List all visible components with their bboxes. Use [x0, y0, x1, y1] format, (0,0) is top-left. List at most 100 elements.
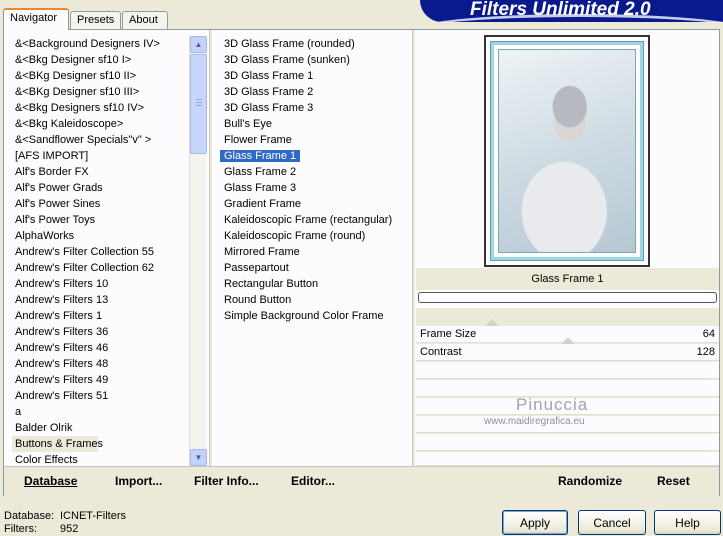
navigator-panel: &<Background Designers IV> &<Bkg Designer… — [3, 29, 720, 496]
filter-item-label: Bull's Eye — [224, 118, 272, 130]
database-label: Database: — [4, 510, 55, 522]
randomize-button[interactable]: Randomize — [558, 474, 622, 488]
database-button[interactable]: Database — [24, 474, 77, 488]
filter-item[interactable]: Simple Background Color Frame — [220, 308, 410, 324]
tab-about[interactable]: About — [122, 11, 168, 30]
category-item[interactable]: Alf's Power Grads — [12, 180, 184, 196]
filter-item-label: Gradient Frame — [224, 198, 302, 210]
category-item[interactable]: Andrew's Filter Collection 62 — [12, 260, 184, 276]
filter-item-label: 3D Glass Frame 2 — [224, 86, 314, 98]
apply-button[interactable]: Apply — [502, 510, 568, 535]
category-item[interactable]: a — [12, 404, 184, 420]
filter-item[interactable]: Glass Frame 3 — [220, 180, 410, 196]
filter-title: Glass Frame 1 — [416, 268, 719, 290]
import-button[interactable]: Import... — [115, 474, 162, 488]
param-value: 64 — [702, 328, 715, 340]
filter-item[interactable]: 3D Glass Frame (sunken) — [220, 52, 410, 68]
parameter-panel: Frame Size 64 Contrast 128 Pinuccia www.… — [416, 308, 719, 466]
category-item[interactable]: Andrew's Filters 46 — [12, 340, 184, 356]
filter-item-label: Flower Frame — [224, 134, 292, 146]
preview-photo — [498, 49, 636, 253]
category-item[interactable]: Andrew's Filter Collection 55 — [12, 244, 184, 260]
category-item[interactable]: AlphaWorks — [12, 228, 184, 244]
param-empty-row — [416, 362, 719, 379]
category-item[interactable]: Andrew's Filters 10 — [12, 276, 184, 292]
column-splitter[interactable] — [209, 30, 213, 466]
category-item[interactable]: &<Background Designers IV> — [12, 36, 184, 52]
filter-item-label: 3D Glass Frame 3 — [224, 102, 314, 114]
category-item[interactable]: Alf's Border FX — [12, 164, 184, 180]
param-contrast[interactable]: Contrast 128 — [416, 337, 719, 361]
category-item[interactable]: &<BKg Designer sf10 II> — [12, 68, 184, 84]
category-item[interactable]: Andrew's Filters 1 — [12, 308, 184, 324]
tab-navigator[interactable]: Navigator — [3, 8, 69, 30]
filter-item[interactable]: 3D Glass Frame (rounded) — [220, 36, 410, 52]
filter-item-label: 3D Glass Frame (rounded) — [224, 38, 355, 50]
param-empty-row — [416, 452, 719, 466]
param-value: 128 — [696, 346, 715, 358]
category-item[interactable]: [AFS IMPORT] — [12, 148, 184, 164]
filter-item-label: Mirrored Frame — [224, 246, 300, 258]
filter-item-label: Glass Frame 3 — [224, 182, 297, 194]
filter-list[interactable]: 3D Glass Frame (rounded) 3D Glass Frame (… — [220, 36, 410, 466]
filter-item[interactable]: Gradient Frame — [220, 196, 410, 212]
param-name: Contrast — [420, 346, 462, 358]
category-item[interactable]: Andrew's Filters 49 — [12, 372, 184, 388]
category-item[interactable]: Alf's Power Toys — [12, 212, 184, 228]
category-item[interactable]: Alf's Power Sines — [12, 196, 184, 212]
filter-item[interactable]: 3D Glass Frame 1 — [220, 68, 410, 84]
category-item[interactable]: Andrew's Filters 13 — [12, 292, 184, 308]
filter-item[interactable]: 3D Glass Frame 3 — [220, 100, 410, 116]
category-item[interactable]: &<Bkg Kaleidoscope> — [12, 116, 184, 132]
filter-item[interactable]: Bull's Eye — [220, 116, 410, 132]
filter-item[interactable]: Kaleidoscopic Frame (rectangular) — [220, 212, 410, 228]
brand-banner: Filters Unlimited 2.0 — [420, 0, 723, 22]
reset-button[interactable]: Reset — [657, 474, 690, 488]
filter-item-label: Glass Frame 2 — [224, 166, 297, 178]
filter-item[interactable]: Glass Frame 2 — [220, 164, 410, 180]
scroll-thumb[interactable] — [190, 54, 207, 154]
filter-item[interactable]: Rectangular Button — [220, 276, 410, 292]
filter-item-label: Kaleidoscopic Frame (round) — [224, 230, 366, 242]
preview-area — [416, 30, 719, 268]
filter-item[interactable]: 3D Glass Frame 2 — [220, 84, 410, 100]
category-item[interactable]: &<Sandflower Specials"v" > — [12, 132, 184, 148]
cancel-button[interactable]: Cancel — [578, 510, 646, 535]
watermark-title: Pinuccia — [516, 395, 589, 414]
category-list[interactable]: &<Background Designers IV> &<Bkg Designer… — [12, 36, 184, 466]
filter-item-label: Round Button — [224, 294, 292, 306]
bottom-toolbar: Database Import... Filter Info... Editor… — [4, 466, 719, 496]
filter-item-label: Passepartout — [224, 262, 289, 274]
filters-label: Filters: — [4, 523, 37, 535]
param-name: Frame Size — [420, 328, 477, 340]
filter-item[interactable]: Passepartout — [220, 260, 410, 276]
param-empty-row — [416, 434, 719, 451]
category-item[interactable]: Buttons & Frames — [12, 436, 103, 452]
category-item[interactable]: Andrew's Filters 51 — [12, 388, 184, 404]
filter-item[interactable]: Round Button — [220, 292, 410, 308]
filter-item[interactable]: Mirrored Frame — [220, 244, 410, 260]
category-item[interactable]: &<Bkg Designer sf10 I> — [12, 52, 184, 68]
editor-button[interactable]: Editor... — [291, 474, 335, 488]
filters-count: 952 — [60, 523, 79, 535]
filter-item[interactable]: Glass Frame 1 — [220, 148, 410, 164]
category-item[interactable]: &<BKg Designer sf10 III> — [12, 84, 184, 100]
status-info: Database: ICNET-Filters Filters: 952 — [4, 510, 126, 536]
help-button[interactable]: Help — [654, 510, 721, 535]
scroll-up-button[interactable]: ▲ — [190, 36, 207, 53]
category-scrollbar[interactable]: ▲ ▼ — [189, 36, 207, 466]
scroll-down-button[interactable]: ▼ — [190, 449, 207, 466]
category-item[interactable]: Balder Olrik — [12, 420, 184, 436]
filter-item[interactable]: Flower Frame — [220, 132, 410, 148]
param-slider-marker[interactable] — [561, 337, 575, 344]
filter-item[interactable]: Kaleidoscopic Frame (round) — [220, 228, 410, 244]
category-item[interactable]: Andrew's Filters 36 — [12, 324, 184, 340]
param-slider-marker[interactable] — [485, 319, 499, 326]
filter-info-button[interactable]: Filter Info... — [194, 474, 259, 488]
progress-bar — [418, 292, 717, 303]
category-item[interactable]: &<Bkg Designers sf10 IV> — [12, 100, 184, 116]
category-item[interactable]: Andrew's Filters 48 — [12, 356, 184, 372]
tab-presets[interactable]: Presets — [70, 11, 121, 30]
watermark-url: www.maidiregrafica.eu — [484, 416, 585, 427]
category-item[interactable]: Color Effects — [12, 452, 184, 466]
